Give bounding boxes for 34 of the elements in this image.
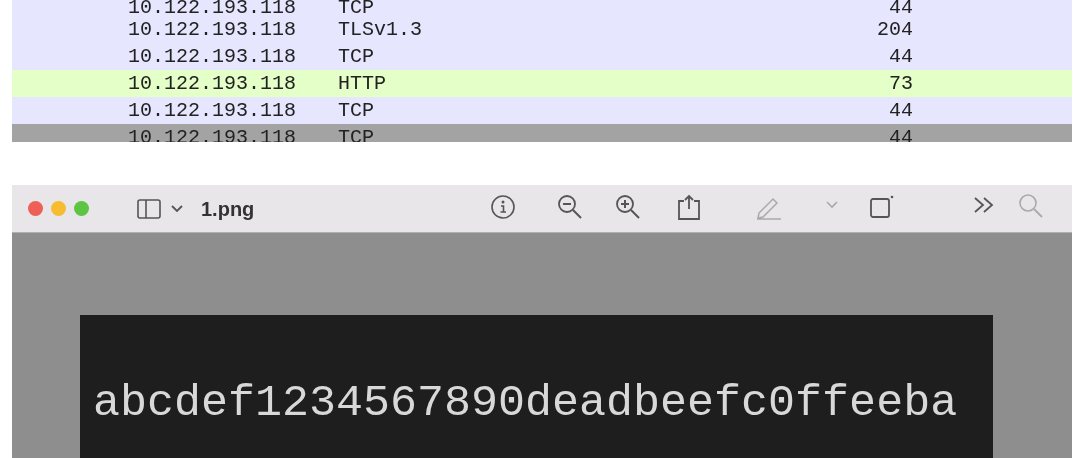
source-cell-text: 10.122.193.118 [128, 124, 298, 142]
protocol-cell-text: TLSv1.3 [338, 16, 423, 43]
protocol-cell-text: HTTP [338, 70, 387, 97]
packet-row[interactable]: 10.122.193.118 TLSv1.3 204 [12, 16, 1072, 43]
info-icon[interactable] [489, 193, 517, 221]
length-cell-text: 44 [888, 0, 913, 16]
protocol-cell-text: TCP [338, 124, 375, 142]
image-text: abcdef1234567890deadbeefc0ffeeba [93, 379, 958, 429]
zoom-out-icon[interactable] [556, 193, 584, 221]
length-cell-text: 44 [888, 43, 913, 70]
source-cell-text: 10.122.193.118 [128, 0, 298, 16]
packet-row[interactable]: 10.122.193.118 TCP 44 [12, 124, 1072, 142]
zoom-in-icon[interactable] [614, 193, 642, 221]
protocol-cell-text: TCP [338, 43, 375, 70]
sidebar-icon[interactable] [137, 197, 163, 220]
source-cell-text: 10.122.193.118 [128, 43, 298, 70]
length-cell-text: 73 [888, 70, 913, 97]
length-cell-text: 204 [876, 16, 913, 43]
crop-icon[interactable] [868, 193, 896, 221]
chevron-icon[interactable] [171, 204, 183, 213]
protocol-cell-text: TCP [338, 0, 375, 16]
length-cell-text: 44 [888, 97, 913, 124]
close-button[interactable] [28, 201, 43, 216]
source-cell-text: 10.122.193.118 [128, 97, 298, 124]
length-cell-text: 44 [888, 124, 913, 142]
packet-row[interactable]: 10.122.193.118 TCP 44 [12, 0, 1072, 16]
protocol-cell-text: TCP [338, 97, 375, 124]
packet-row[interactable]: 10.122.193.118 TCP 44 [12, 43, 1072, 70]
packet-row[interactable]: 10.122.193.118 HTTP 73 [12, 70, 1072, 97]
window-title: 1.png [201, 196, 255, 222]
source-cell-text: 10.122.193.118 [128, 70, 298, 97]
share-icon[interactable] [676, 193, 702, 221]
packet-row[interactable]: 10.122.193.118 TCP 44 [12, 97, 1072, 124]
source-cell-text: 10.122.193.118 [128, 16, 298, 43]
